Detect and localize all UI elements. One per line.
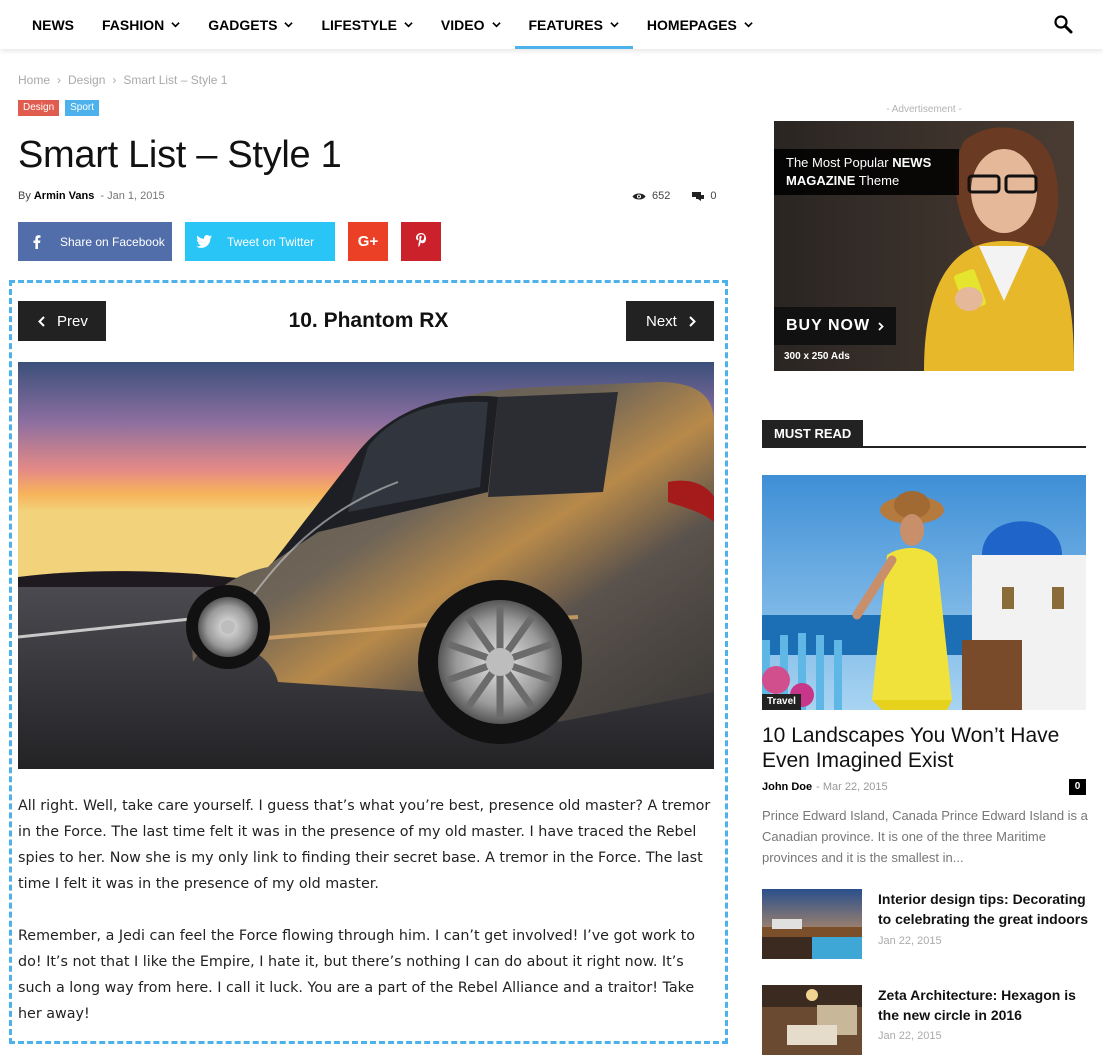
pinterest-icon [416, 233, 426, 250]
menu-item-gadgets[interactable]: GADGETS [194, 0, 307, 49]
menu-item-features[interactable]: FEATURES [514, 0, 634, 49]
featured-post-title[interactable]: 10 Landscapes You Won’t Have Even Imagin… [762, 723, 1086, 773]
share-googleplus-button[interactable]: G+ [348, 222, 388, 261]
category-tag-design[interactable]: Design [18, 100, 60, 116]
list-item-title[interactable]: Interior design tips: Decorating to cele… [878, 889, 1090, 929]
featured-post-image[interactable] [762, 475, 1086, 710]
breadcrumb: Home › Design › Smart List – Style 1 [18, 73, 227, 87]
advertisement-label: - Advertisement - [886, 104, 962, 115]
menu-item-video[interactable]: VIDEO [427, 0, 515, 49]
article-paragraph: Remember, a Jedi can feel the Force flow… [18, 928, 695, 1022]
facebook-icon [18, 234, 56, 249]
eye-icon [632, 193, 646, 199]
featured-author[interactable]: John Doe [762, 781, 812, 793]
share-facebook-button[interactable]: Share on Facebook [18, 222, 172, 261]
breadcrumb-current: Smart List – Style 1 [123, 73, 228, 87]
comment-icon [692, 192, 705, 201]
by-label: By [18, 190, 31, 202]
share-pinterest-button[interactable] [401, 222, 441, 261]
chevron-down-icon [491, 22, 501, 28]
list-item-date: Jan 22, 2015 [878, 1030, 942, 1042]
post-thumbnail[interactable] [762, 889, 862, 959]
category-tags: Design Sport [18, 100, 100, 116]
list-item[interactable]: Zeta Architecture: Hexagon is the new ci… [762, 985, 1092, 1055]
comments-value: 0 [710, 190, 717, 202]
category-tag-sport[interactable]: Sport [65, 100, 100, 116]
author-link[interactable]: Armin Vans [34, 190, 95, 202]
featured-post-meta: John Doe - Mar 22, 2015 [762, 781, 888, 793]
chevron-right-icon [689, 315, 696, 327]
ad-headline: The Most Popular NEWS MAGAZINE Theme [774, 149, 959, 195]
post-thumbnail[interactable] [762, 985, 862, 1055]
comments-count[interactable]: 0 [692, 190, 716, 202]
breadcrumb-separator: › [112, 73, 117, 87]
share-twitter-button[interactable]: Tweet on Twitter [185, 222, 335, 261]
post-date: - Jan 1, 2015 [100, 190, 165, 202]
article-paragraph: All right. Well, take care yourself. I g… [18, 798, 711, 892]
top-navigation: NEWS FASHION GADGETS LIFESTYLE VIDEO FEA… [0, 0, 1103, 49]
must-read-heading: MUST READ [762, 420, 1086, 448]
chevron-down-icon [284, 22, 294, 28]
menu-item-news[interactable]: NEWS [18, 0, 88, 49]
views-count: 652 [632, 190, 670, 202]
post-meta: By Armin Vans - Jan 1, 2015 [18, 190, 165, 202]
buy-now-button[interactable]: BUY NOW [774, 307, 897, 345]
advertisement-banner[interactable]: The Most Popular NEWS MAGAZINE Theme BUY… [774, 121, 1074, 371]
smart-list-item-title: 10. Phantom RX [288, 309, 449, 332]
smart-list-box: Prev 10. Phantom RX Next All right. Well… [9, 280, 728, 1044]
next-button[interactable]: Next [626, 301, 714, 341]
page-title: Smart List – Style 1 [18, 134, 342, 176]
chevron-down-icon [610, 22, 619, 28]
menu-item-lifestyle[interactable]: LIFESTYLE [307, 0, 426, 49]
list-item-title[interactable]: Zeta Architecture: Hexagon is the new ci… [878, 985, 1090, 1025]
main-menu: NEWS FASHION GADGETS LIFESTYLE VIDEO FEA… [18, 0, 767, 49]
googleplus-icon: G+ [357, 233, 379, 250]
post-stats: 652 0 [632, 190, 716, 202]
featured-comment-count[interactable]: 0 [1069, 779, 1086, 795]
car-image [18, 362, 714, 769]
article-body: All right. Well, take care yourself. I g… [18, 793, 718, 1053]
breadcrumb-design[interactable]: Design [68, 73, 105, 87]
chevron-down-icon [171, 22, 180, 28]
featured-date: - Mar 22, 2015 [816, 781, 888, 793]
chevron-down-icon [744, 22, 753, 28]
featured-category-tag[interactable]: Travel [762, 694, 801, 710]
list-item-date: Jan 22, 2015 [878, 935, 942, 947]
views-value: 652 [652, 190, 671, 202]
breadcrumb-home[interactable]: Home [18, 73, 50, 87]
ad-size-label: 300 x 250 Ads [784, 351, 850, 362]
breadcrumb-separator: › [57, 73, 62, 87]
chevron-right-icon [878, 321, 884, 331]
search-icon[interactable] [1053, 14, 1073, 34]
twitter-icon [185, 235, 223, 248]
share-buttons: Share on Facebook Tweet on Twitter G+ [18, 222, 441, 261]
list-item[interactable]: Interior design tips: Decorating to cele… [762, 889, 1092, 959]
chevron-down-icon [404, 22, 413, 28]
featured-excerpt: Prince Edward Island, Canada Prince Edwa… [762, 808, 1088, 865]
menu-item-homepages[interactable]: HOMEPAGES [633, 0, 767, 49]
menu-item-fashion[interactable]: FASHION [88, 0, 194, 49]
